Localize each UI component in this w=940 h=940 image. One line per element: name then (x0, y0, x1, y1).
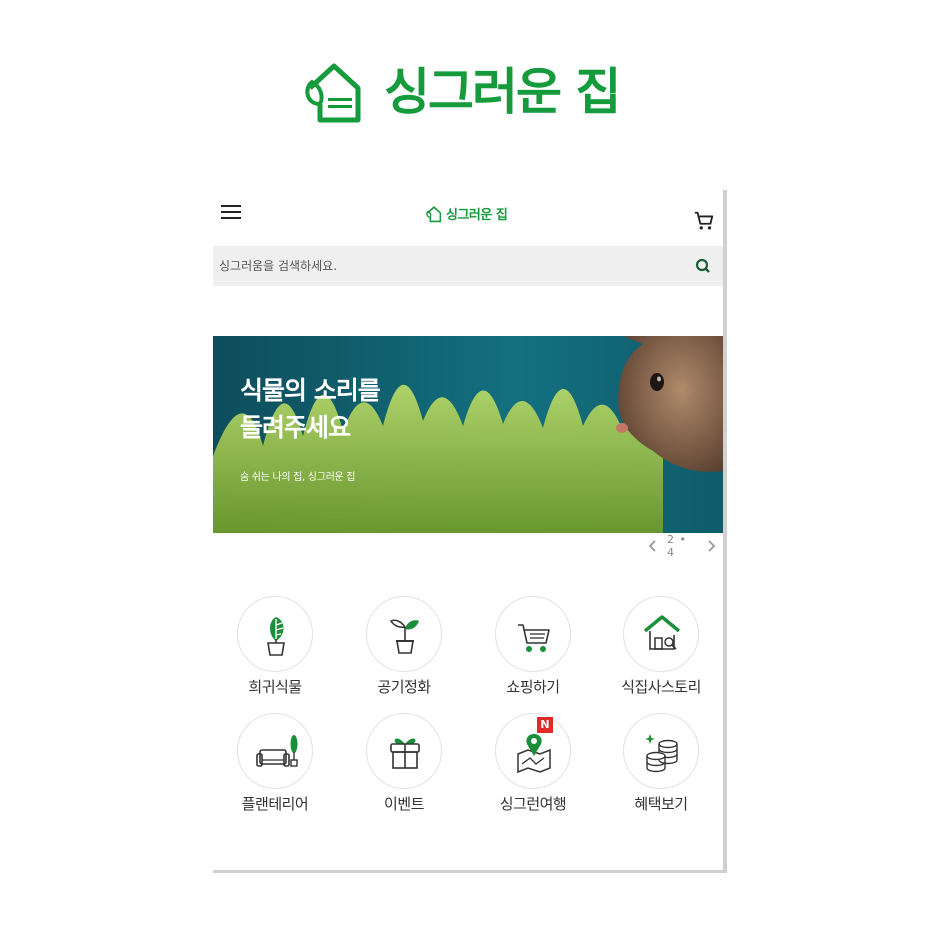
menu-item-rare-plants[interactable]: 희귀식물 (220, 596, 330, 696)
menu-item-planterior[interactable]: 플랜테리어 (220, 713, 330, 813)
menu-item-green-travel[interactable]: N 싱그런여행 (478, 713, 588, 813)
map-pin-icon (517, 734, 551, 774)
chevron-left-icon[interactable] (647, 539, 659, 553)
menu-item-shopping[interactable]: 쇼핑하기 (478, 596, 588, 696)
coins-icon (645, 734, 678, 773)
menu-circle (623, 713, 699, 789)
mobile-app-screen: 싱그러운 집 싱그러움을 검색하세요. 식물의 소리를 들려주세요 숨 쉬는 나… (213, 190, 727, 873)
sprout-pot-icon (389, 619, 419, 654)
menu-item-label: 식집사스토리 (621, 678, 701, 696)
menu-item-label: 공기정화 (377, 678, 431, 696)
shopping-cart-icon (518, 624, 550, 652)
menu-item-plant-parent-story[interactable]: 식집사스토리 (606, 596, 716, 696)
menu-item-label: 싱그런여행 (499, 795, 567, 813)
menu-item-label: 쇼핑하기 (506, 678, 560, 696)
menu-item-air-purifying[interactable]: 공기정화 (349, 596, 459, 696)
pager-indicator: 2 • 4 (667, 533, 687, 559)
menu-circle (623, 596, 699, 672)
app-logo[interactable]: 싱그러운 집 (425, 204, 508, 223)
menu-circle (495, 596, 571, 672)
banner-subtitle: 숨 쉬는 나의 집, 싱그러운 집 (240, 472, 356, 483)
house-leaf-logo-icon (300, 58, 368, 126)
menu-item-label: 희귀식물 (248, 678, 302, 696)
banner-pager: 2 • 4 (647, 533, 717, 559)
menu-circle (366, 596, 442, 672)
banner-title-line-2: 들려주세요 (240, 413, 351, 442)
menu-item-label: 이벤트 (384, 795, 424, 813)
brand-name: 싱그러운 집 (384, 63, 621, 121)
search-input[interactable] (219, 246, 679, 286)
house-leaf-logo-icon (426, 205, 442, 222)
app-brand-name: 싱그러운 집 (446, 208, 508, 223)
monstera-plant-icon (267, 617, 285, 656)
banner-title: 식물의 소리를 들려주세요 (240, 372, 500, 446)
cart-icon[interactable] (693, 210, 715, 232)
new-badge: N (537, 717, 553, 733)
menu-item-event[interactable]: 이벤트 (349, 713, 459, 813)
menu-circle (237, 713, 313, 789)
search-icon[interactable] (695, 258, 711, 274)
brand-header: 싱그러운 집 (300, 56, 621, 128)
menu-circle (366, 713, 442, 789)
house-search-icon (643, 615, 681, 650)
sofa-plant-icon (256, 735, 298, 767)
menu-item-label: 혜택보기 (634, 795, 688, 813)
menu-circle (237, 596, 313, 672)
chevron-right-icon[interactable] (705, 539, 717, 553)
app-topbar: 싱그러운 집 (213, 190, 723, 245)
menu-item-benefits[interactable]: 혜택보기 (606, 713, 716, 813)
gift-icon (390, 738, 420, 769)
menu-item-label: 플랜테리어 (241, 795, 309, 813)
banner-title-line-1: 식물의 소리를 (240, 376, 381, 405)
search-bar (213, 246, 723, 286)
hero-banner[interactable]: 식물의 소리를 들려주세요 숨 쉬는 나의 집, 싱그러운 집 (213, 336, 723, 533)
hamburger-menu-icon[interactable] (221, 205, 241, 221)
menu-circle (495, 713, 571, 789)
